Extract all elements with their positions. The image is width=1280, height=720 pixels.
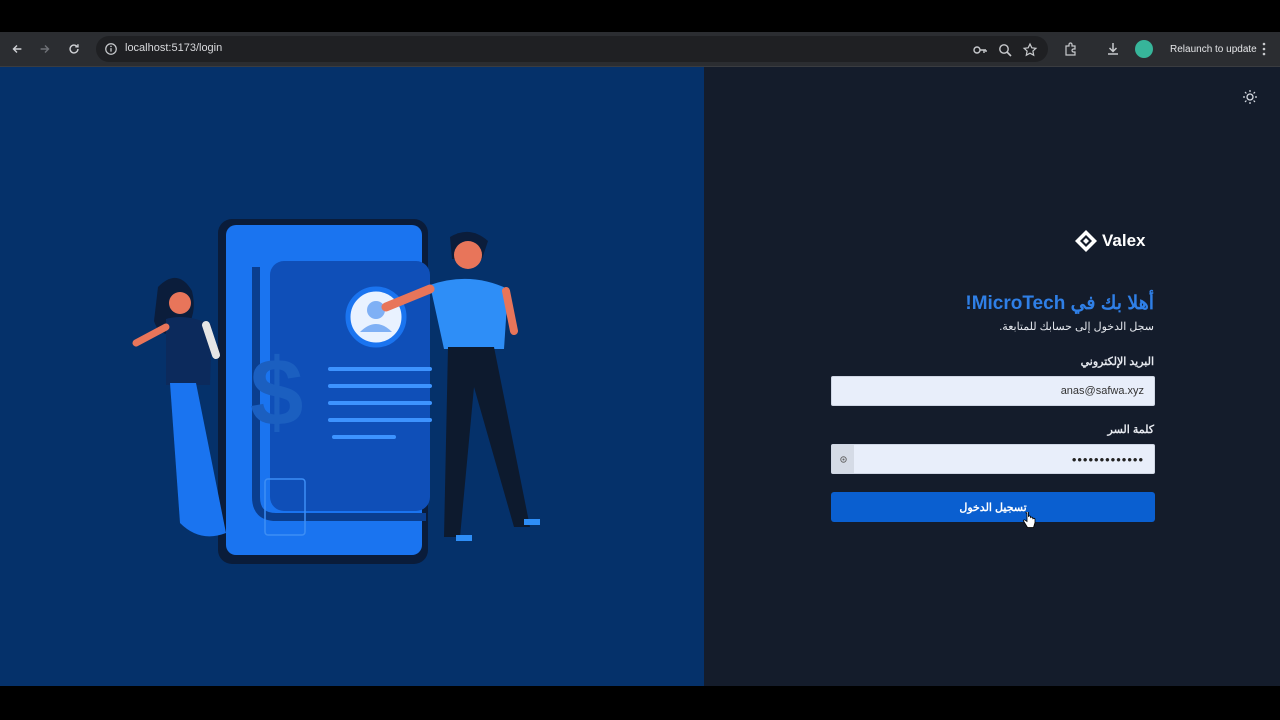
- login-panel: Valex أهلا بك في MicroTech! سجل الدخول إ…: [704, 67, 1280, 686]
- letterbox-bottom: [0, 686, 1280, 720]
- email-label: البريد الإلكتروني: [1080, 356, 1154, 368]
- login-button[interactable]: تسجيل الدخول: [831, 492, 1155, 522]
- back-icon[interactable]: [6, 38, 28, 60]
- forward-icon[interactable]: [34, 38, 56, 60]
- welcome-heading: أهلا بك في MicroTech!: [965, 293, 1154, 314]
- sun-icon[interactable]: [1242, 89, 1258, 105]
- email-field[interactable]: anas@safwa.xyz: [831, 376, 1155, 406]
- valex-logo-icon: [1075, 230, 1097, 252]
- menu-kebab-icon[interactable]: [1256, 41, 1272, 57]
- screen: localhost:5173/login Relaunch to update …: [0, 0, 1280, 720]
- login-subtitle: سجل الدخول إلى حسابك للمتابعة.: [999, 321, 1154, 333]
- eye-icon: [839, 455, 847, 463]
- show-password-button[interactable]: [832, 445, 854, 473]
- hand-cursor-icon: [1023, 512, 1036, 528]
- svg-text:$: $: [250, 339, 303, 446]
- email-value[interactable]: anas@safwa.xyz: [1061, 385, 1144, 397]
- brand-name: Valex: [1102, 231, 1146, 250]
- extensions-icon[interactable]: [1063, 41, 1079, 57]
- bookmark-star-icon[interactable]: [1022, 42, 1038, 58]
- brand-logo: Valex: [1074, 229, 1146, 253]
- illustration-panel: $: [0, 67, 704, 686]
- password-key-icon[interactable]: [972, 42, 988, 58]
- download-icon[interactable]: [1105, 41, 1121, 57]
- site-info-icon[interactable]: [104, 42, 118, 56]
- url-text[interactable]: localhost:5173/login: [125, 42, 222, 54]
- finance-illustration: $: [132, 219, 540, 564]
- password-label: كلمة السر: [1107, 424, 1154, 436]
- zoom-icon[interactable]: [997, 42, 1013, 58]
- profile-avatar[interactable]: [1135, 40, 1153, 58]
- reload-icon[interactable]: [63, 38, 85, 60]
- browser-toolbar: localhost:5173/login Relaunch to update: [0, 32, 1280, 67]
- relaunch-button[interactable]: Relaunch to update: [1162, 37, 1265, 61]
- address-bar[interactable]: localhost:5173/login: [96, 36, 1048, 62]
- password-field[interactable]: •••••••••••••: [831, 444, 1155, 474]
- login-page: $ Valex أهلا بك في MicroTech! سجل الدخول…: [0, 67, 1280, 686]
- password-value[interactable]: •••••••••••••: [1072, 452, 1144, 467]
